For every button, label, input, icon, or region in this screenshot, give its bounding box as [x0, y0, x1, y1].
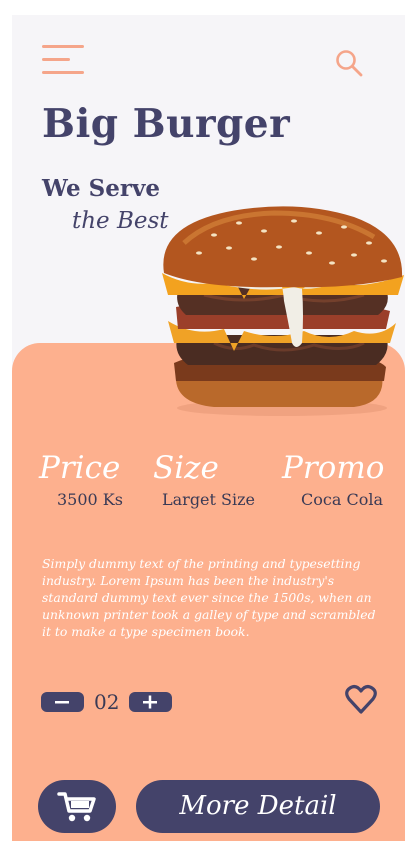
quantity-value: 02: [94, 690, 120, 714]
decrement-button[interactable]: [41, 692, 84, 712]
plus-icon: [143, 695, 157, 709]
favorite-heart-icon[interactable]: [345, 684, 377, 716]
promo-label: Promo: [282, 450, 385, 486]
menu-line: [42, 71, 84, 74]
page-title: Big Burger: [42, 101, 291, 147]
price-label: Price: [39, 450, 121, 486]
minus-icon: [55, 701, 69, 704]
tagline-line-1: We Serve: [42, 175, 160, 202]
more-detail-button[interactable]: More Detail: [136, 780, 380, 833]
menu-line: [42, 58, 70, 61]
app-screen: Big Burger We Serve the Best Price 3500 …: [12, 15, 405, 841]
menu-button[interactable]: [42, 45, 86, 75]
search-icon[interactable]: [334, 48, 364, 78]
promo-value: Coca Cola: [301, 490, 383, 509]
size-label: Size: [153, 450, 219, 486]
price-value: 3500 Ks: [57, 490, 123, 509]
cart-icon: [57, 792, 96, 822]
cart-button[interactable]: [38, 780, 116, 833]
description-text: Simply dummy text of the printing and ty…: [42, 556, 376, 639]
size-value: Larget Size: [162, 490, 256, 509]
burger-image: [162, 206, 404, 416]
increment-button[interactable]: [129, 692, 172, 712]
menu-line: [42, 45, 84, 48]
